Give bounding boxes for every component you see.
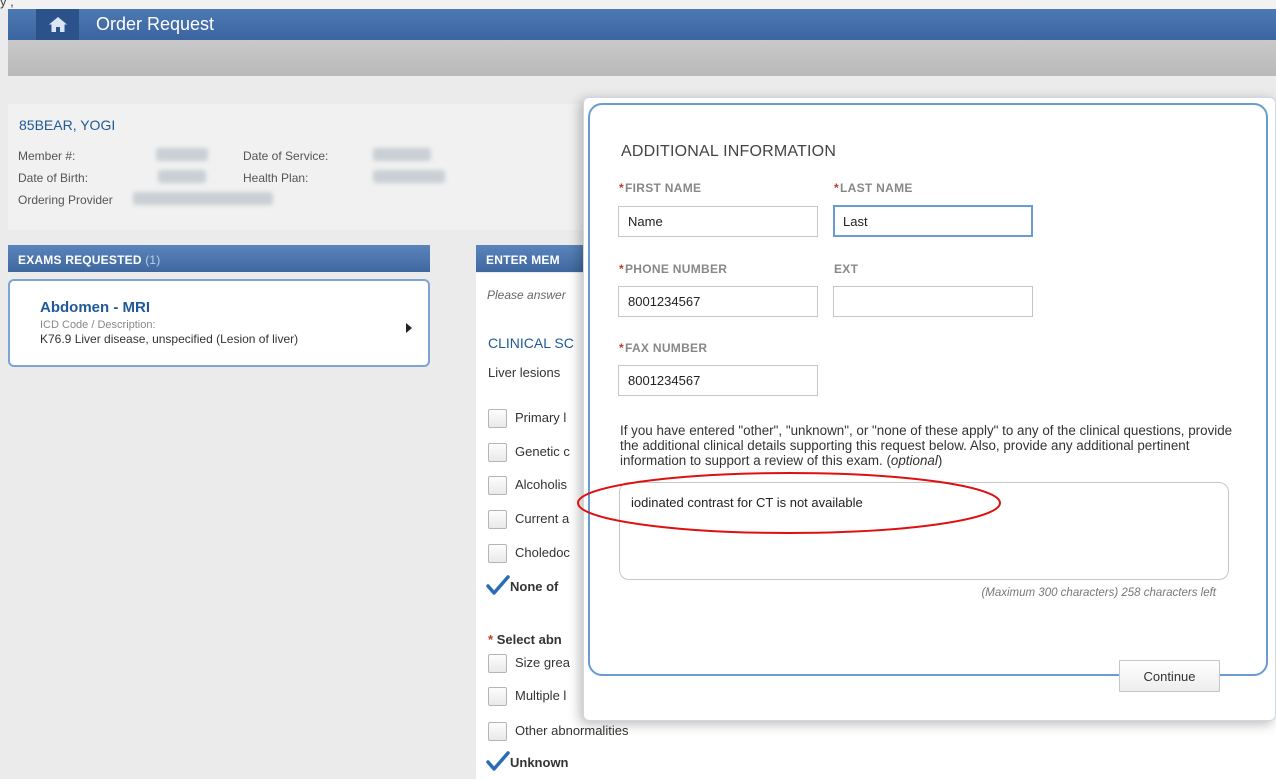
option-checkbox[interactable] <box>488 544 507 563</box>
last-name-label: *LAST NAME <box>834 181 913 195</box>
additional-info-instructions: If you have entered "other", "unknown", … <box>620 423 1234 468</box>
member-instruction: Please answer <box>487 288 566 302</box>
fax-input[interactable] <box>618 365 818 396</box>
service-redacted <box>373 148 431 161</box>
plan-redacted <box>373 170 445 183</box>
icd-description: K76.9 Liver disease, unspecified (Lesion… <box>40 332 299 346</box>
clinical-header: CLINICAL SC <box>488 335 574 351</box>
select-abnormalities-label: * Select abn <box>488 632 562 647</box>
option-checkbox[interactable] <box>488 687 507 706</box>
member-redacted <box>156 148 208 161</box>
home-icon <box>49 17 67 32</box>
checkmark-icon[interactable] <box>486 750 510 772</box>
fax-label: *FAX NUMBER <box>619 341 708 355</box>
provider-redacted <box>133 192 273 205</box>
character-counter: (Maximum 300 characters) 258 characters … <box>981 587 1216 599</box>
last-name-input[interactable] <box>833 205 1033 237</box>
toolbar <box>8 40 1276 76</box>
patient-name: 85BEAR, YOGI <box>19 117 116 133</box>
option-checkbox[interactable] <box>488 476 507 495</box>
exam-card[interactable]: Abdomen - MRI ICD Code / Description: K7… <box>8 279 430 367</box>
additional-notes-textarea[interactable]: iodinated contrast for CT is not availab… <box>619 482 1229 580</box>
option-checkbox[interactable] <box>488 722 507 741</box>
first-name-input[interactable] <box>618 206 818 237</box>
home-button[interactable] <box>36 9 79 40</box>
option-checkbox[interactable] <box>488 510 507 529</box>
info-text-2: ) <box>937 453 943 468</box>
option-checkbox[interactable] <box>488 654 507 673</box>
option-checkbox[interactable] <box>488 443 507 462</box>
checkmark-icon[interactable] <box>486 574 510 596</box>
exam-title: Abdomen - MRI <box>40 299 150 316</box>
option-label: Unknown <box>510 755 569 770</box>
ext-input[interactable] <box>833 286 1033 317</box>
provider-label: Ordering Provider <box>18 193 113 207</box>
plan-label: Health Plan: <box>243 171 309 185</box>
chevron-right-icon <box>406 323 412 333</box>
last-name-label-text: LAST NAME <box>839 181 913 195</box>
option-label: Choledoc <box>515 545 570 560</box>
member-panel-header-text: ENTER MEM <box>486 253 560 267</box>
continue-button[interactable]: Continue <box>1119 660 1220 692</box>
option-label: Other abnormalities <box>515 723 629 738</box>
first-name-label-text: FIRST NAME <box>624 181 702 195</box>
phone-label: *PHONE NUMBER <box>619 262 728 276</box>
top-strip: y , <box>0 0 1276 9</box>
first-name-label: *FIRST NAME <box>619 181 702 195</box>
icd-code-label: ICD Code / Description: <box>40 319 156 331</box>
option-label: Current a <box>515 511 570 526</box>
option-label: Primary l <box>515 410 567 425</box>
dob-label: Date of Birth: <box>18 171 89 185</box>
clinical-question: Liver lesions <box>488 365 561 380</box>
select-label-text: Select abn <box>496 632 562 647</box>
top-partial-text: y , <box>0 0 14 9</box>
fax-label-text: FAX NUMBER <box>624 341 708 355</box>
phone-input[interactable] <box>618 286 818 317</box>
member-label: Member #: <box>18 149 76 163</box>
option-label: Genetic c <box>515 444 570 459</box>
option-label: Multiple l <box>515 688 567 703</box>
option-label: Size grea <box>515 655 570 670</box>
exams-header: EXAMS REQUESTED (1) <box>8 245 430 272</box>
service-label: Date of Service: <box>243 149 329 163</box>
app-title: Order Request <box>96 14 215 34</box>
option-checkbox[interactable] <box>488 409 507 428</box>
exams-header-text: EXAMS REQUESTED <box>18 253 142 267</box>
ext-label: EXT <box>834 262 859 276</box>
title-bar: Order Request <box>8 9 1276 40</box>
info-optional: optional <box>890 453 938 468</box>
option-label: Alcoholis <box>515 477 568 492</box>
option-label: None of <box>510 579 559 594</box>
dob-redacted <box>158 170 206 183</box>
modal-title: ADDITIONAL INFORMATION <box>621 143 837 160</box>
phone-label-text: PHONE NUMBER <box>624 262 728 276</box>
exams-count: (1) <box>145 253 161 267</box>
